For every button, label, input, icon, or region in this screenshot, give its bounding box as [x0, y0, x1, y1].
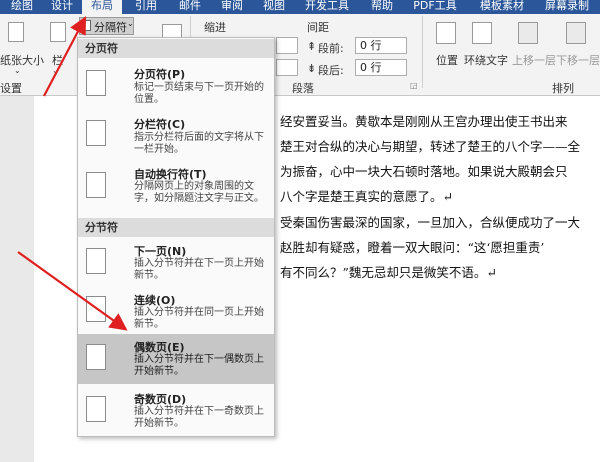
- group-arrange-label: 排列: [552, 82, 574, 95]
- group-page-setup-label: 设置: [0, 82, 22, 95]
- tab-help[interactable]: 帮助: [364, 0, 400, 14]
- text-wrapping-break-icon: [86, 172, 106, 198]
- ribbon-tab-bar: 绘图 设计 布局 引用 邮件 审阅 视图 开发工具 帮助 PDF工具 模板素材 …: [0, 0, 600, 14]
- menu-item-title: 自动换行符(T): [134, 168, 207, 181]
- bring-forward-icon[interactable]: [518, 22, 538, 44]
- tab-developer[interactable]: 开发工具: [298, 0, 356, 14]
- group-paragraph-label: 段落: [292, 82, 314, 95]
- send-backward-label[interactable]: 下移一层: [556, 52, 600, 68]
- columns-icon[interactable]: [50, 22, 66, 42]
- section-breaks-header: 分节符: [78, 218, 274, 237]
- indent-left-stepper[interactable]: [276, 37, 298, 54]
- tab-references[interactable]: 引用: [128, 0, 164, 14]
- menu-item-title: 连续(O): [134, 294, 176, 307]
- document-line: 有不同么？”魏无忌却只是微笑不语。↵: [280, 265, 497, 280]
- even-page-section-icon: [86, 344, 106, 370]
- document-line: 为振奋，心中一块大石顿时落地。如果说大殿朝会只: [280, 164, 568, 179]
- menu-item-desc: 插入分节符并在同一页上开始新节。: [134, 307, 264, 330]
- tab-screen-record[interactable]: 屏幕录制: [538, 0, 596, 14]
- menu-item-page-break[interactable]: 分页符(P) 标记一页结束与下一页开始的位置。: [78, 60, 274, 110]
- paragraph-dialog-launcher-icon[interactable]: ◲: [410, 81, 418, 90]
- page-break-icon: [86, 70, 106, 96]
- menu-item-text-wrapping-break[interactable]: 自动换行符(T) 分隔网页上的对象周围的文字，如分隔题注文字与正文。: [78, 160, 274, 216]
- odd-page-section-icon: [86, 396, 106, 422]
- wrap-text-label[interactable]: 环绕文字: [464, 52, 508, 68]
- bring-forward-label[interactable]: 上移一层: [512, 52, 556, 68]
- menu-item-title: 下一页(N): [134, 245, 187, 258]
- indent-right-stepper[interactable]: [276, 59, 298, 76]
- document-line: 八个字是楚王真实的意愿了。↵: [280, 189, 453, 204]
- menu-item-even-page[interactable]: 偶数页(E) 插入分节符并在下一偶数页上开始新节。: [78, 334, 274, 384]
- menu-item-title: 奇数页(D): [134, 393, 187, 406]
- menu-item-desc: 指示分栏符后面的文字将从下一栏开始。: [134, 132, 264, 155]
- page-breaks-header: 分页符: [78, 39, 274, 58]
- spacing-after-field[interactable]: 0 行: [355, 59, 407, 76]
- breaks-label: 分隔符: [94, 21, 127, 34]
- position-icon[interactable]: [436, 22, 456, 44]
- tab-review[interactable]: 审阅: [214, 0, 250, 14]
- group-separator: [422, 16, 423, 88]
- spacing-before-field[interactable]: 0 行: [355, 37, 407, 54]
- paper-size-icon[interactable]: [8, 22, 24, 42]
- menu-item-desc: 插入分节符并在下一偶数页上开始新节。: [134, 354, 264, 377]
- document-line: 楚王对合纵的决心与期望，转述了楚王的八个字——全: [280, 139, 581, 154]
- menu-item-title: 分栏符(C): [134, 118, 186, 131]
- menu-item-continuous[interactable]: 连续(O) 插入分节符并在同一页上开始新节。: [78, 288, 274, 334]
- send-backward-icon[interactable]: [566, 22, 586, 44]
- indent-label: 缩进: [204, 21, 226, 34]
- tab-template-material[interactable]: 模板素材: [470, 0, 534, 14]
- wrap-text-icon[interactable]: [472, 22, 492, 44]
- menu-item-desc: 插入分节符并在下一页上开始新节。: [134, 258, 264, 281]
- menu-item-next-page[interactable]: 下一页(N) 插入分节符并在下一页上开始新节。: [78, 238, 274, 288]
- tab-pdf-tools[interactable]: PDF工具: [406, 0, 464, 14]
- menu-item-title: 分页符(P): [134, 68, 186, 81]
- menu-item-desc: 分隔网页上的对象周围的文字，如分隔题注文字与正文。: [134, 181, 264, 204]
- breaks-button[interactable]: 分隔符 ⌄: [79, 17, 134, 35]
- menu-item-desc: 插入分节符并在下一奇数页上开始新节。: [134, 406, 264, 429]
- spacing-before-label: 段前:: [318, 42, 344, 55]
- spacing-after-icon: ⇟: [307, 62, 317, 75]
- menu-item-column-break[interactable]: 分栏符(C) 指示分栏符后面的文字将从下一栏开始。: [78, 110, 274, 160]
- continuous-section-icon: [86, 296, 106, 322]
- document-line: 经安置妥当。黄歇本是刚刚从王宫办理出使王书出来: [280, 114, 568, 129]
- document-line: 赵胜却有疑惑，瞪着一双大眼问：“这‘愿担重责’: [280, 240, 545, 255]
- menu-item-odd-page[interactable]: 奇数页(D) 插入分节符并在下一奇数页上开始新节。: [78, 386, 274, 436]
- spacing-after-label: 段后:: [318, 64, 344, 77]
- position-label[interactable]: 位置: [436, 52, 458, 68]
- paper-size-chevron-icon[interactable]: ⌄: [14, 66, 21, 75]
- breaks-dropdown-menu: 分页符 分页符(P) 标记一页结束与下一页开始的位置。 分栏符(C) 指示分栏符…: [77, 37, 275, 437]
- menu-item-title: 偶数页(E): [134, 341, 185, 354]
- columns-chevron-icon[interactable]: ⌄: [52, 66, 59, 75]
- spacing-before-icon: ⇞: [307, 40, 317, 53]
- next-page-section-icon: [86, 248, 106, 274]
- spacing-label: 间距: [307, 21, 329, 34]
- breaks-chevron-icon: ⌄: [127, 19, 134, 28]
- menu-item-desc: 标记一页结束与下一页开始的位置。: [134, 82, 264, 105]
- tab-view[interactable]: 视图: [256, 0, 292, 14]
- tab-design[interactable]: 设计: [44, 0, 80, 14]
- tab-layout[interactable]: 布局: [82, 0, 122, 14]
- tab-draw[interactable]: 绘图: [4, 0, 40, 14]
- tab-mailings[interactable]: 邮件: [172, 0, 208, 14]
- paper-size-label[interactable]: 纸张大小: [0, 52, 44, 68]
- column-break-icon: [86, 120, 106, 146]
- breaks-icon: [83, 20, 91, 31]
- document-line: 受秦国伤害最深的国家，一旦加入，合纵便成功了一大: [280, 215, 581, 230]
